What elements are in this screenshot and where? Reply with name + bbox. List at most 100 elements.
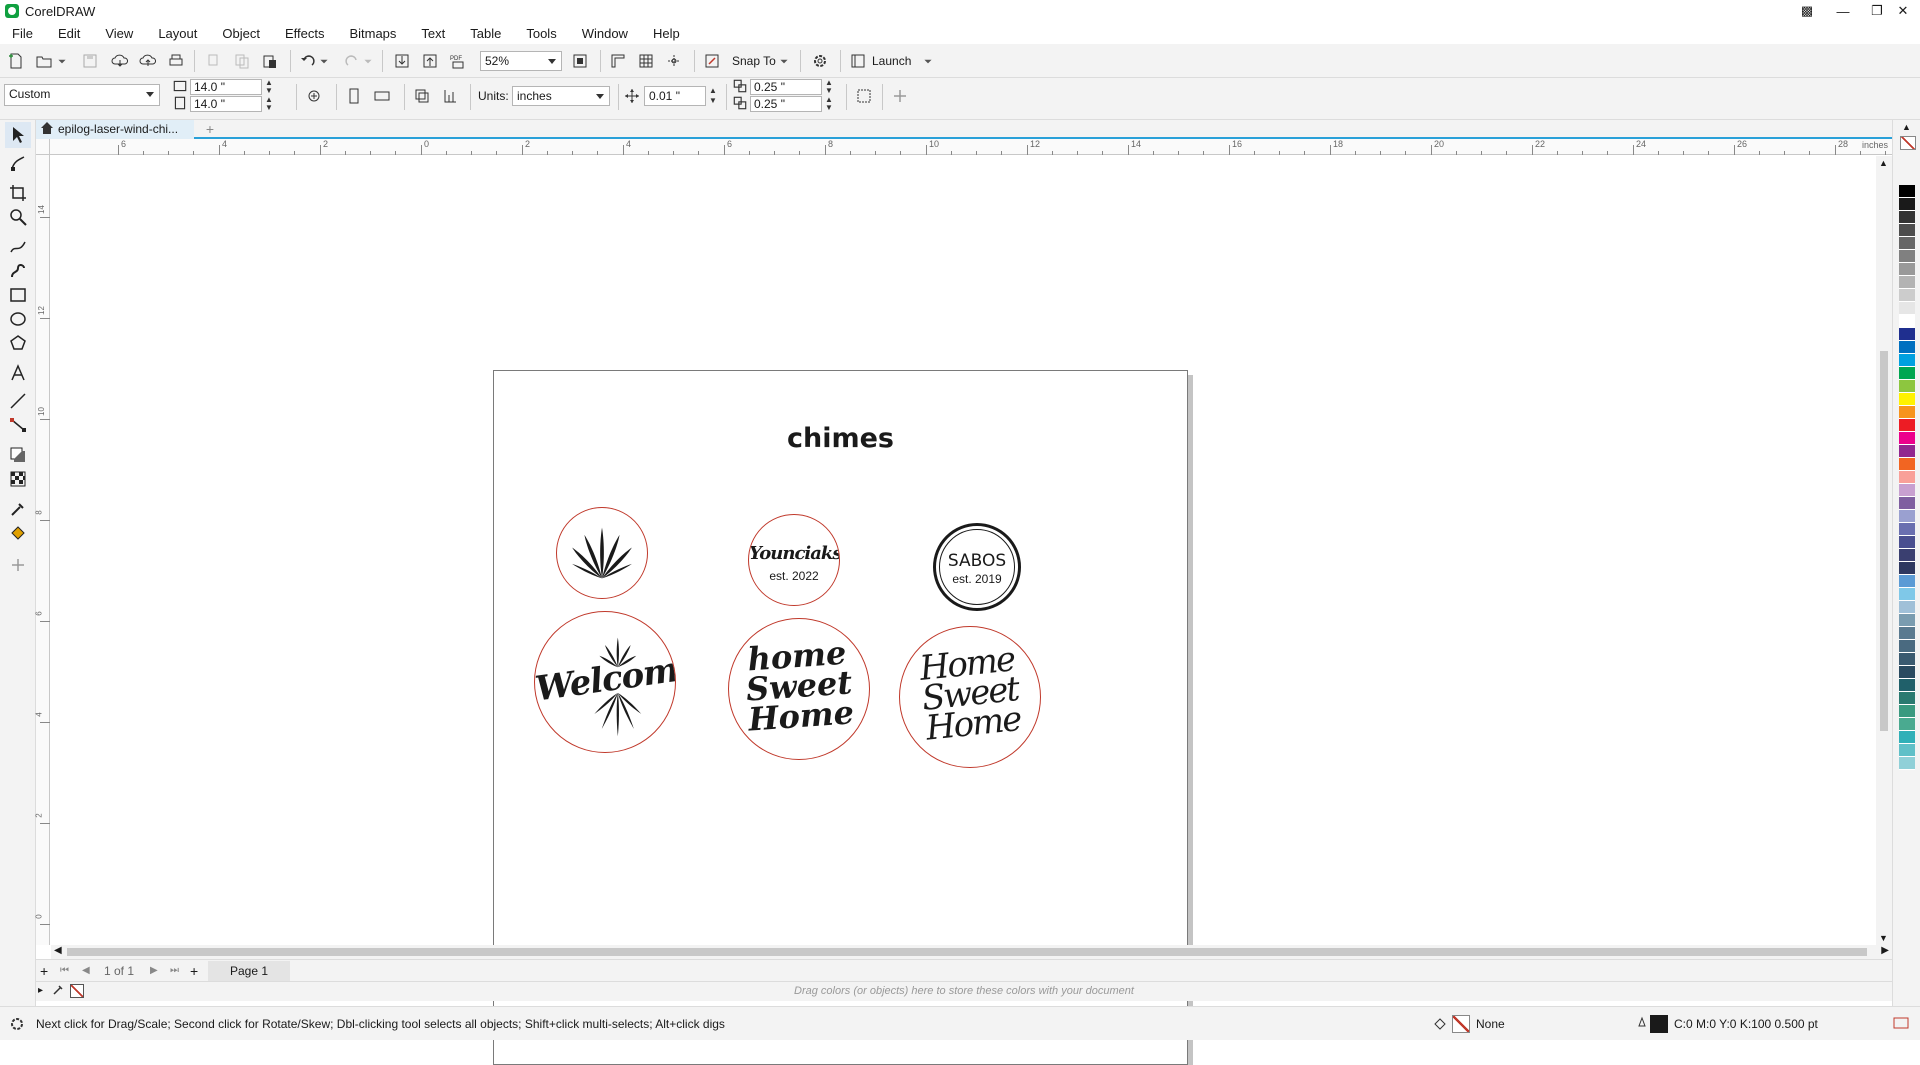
document-palette[interactable]: ▸ Drag colors (or objects) here to store…: [36, 981, 1892, 1001]
scroll-down-icon[interactable]: ▼: [1879, 933, 1888, 943]
palette-swatch[interactable]: [1899, 523, 1915, 536]
freehand-tool-icon[interactable]: [5, 234, 31, 260]
redo-icon[interactable]: [340, 49, 364, 73]
snap-to-dropdown-icon[interactable]: [778, 49, 790, 73]
menu-bitmaps[interactable]: Bitmaps: [349, 26, 396, 41]
zoom-level-field[interactable]: 52%: [480, 51, 562, 71]
palette-swatch[interactable]: [1899, 432, 1915, 445]
document-tab-label[interactable]: epilog-laser-wind-chi...: [58, 122, 178, 136]
account-icon[interactable]: ▩: [1790, 0, 1824, 22]
palette-swatch[interactable]: [1899, 575, 1915, 588]
palette-swatch[interactable]: [1899, 731, 1915, 744]
export-icon[interactable]: [418, 49, 442, 73]
page-width-spinner[interactable]: ▲ ▼: [264, 79, 274, 95]
menu-table[interactable]: Table: [470, 26, 501, 41]
palette-swatch[interactable]: [1899, 640, 1915, 653]
import-icon[interactable]: [390, 49, 414, 73]
menu-tools[interactable]: Tools: [526, 26, 556, 41]
palette-swatch[interactable]: [1899, 497, 1915, 510]
palette-swatch[interactable]: [1899, 393, 1915, 406]
document-tab[interactable]: epilog-laser-wind-chi...: [36, 120, 194, 139]
chime-home-sweet-home-bold[interactable]: home Sweet Home: [728, 618, 870, 760]
vertical-scroll-thumb[interactable]: [1880, 351, 1888, 731]
palette-swatch[interactable]: [1899, 328, 1915, 341]
palette-swatch[interactable]: [1899, 679, 1915, 692]
palette-swatch[interactable]: [1899, 445, 1915, 458]
connector-tool-icon[interactable]: [5, 412, 31, 438]
page-height-spinner[interactable]: ▲ ▼: [264, 96, 274, 112]
full-screen-icon[interactable]: [568, 49, 592, 73]
palette-swatch[interactable]: [1899, 666, 1915, 679]
page-height-field[interactable]: 14.0 ": [190, 96, 262, 112]
page-settings-icon[interactable]: [302, 84, 326, 108]
parallel-dimension-tool-icon[interactable]: [5, 388, 31, 414]
menu-effects[interactable]: Effects: [285, 26, 325, 41]
horizontal-scrollbar[interactable]: ◀ ▶: [51, 945, 1892, 959]
horizontal-ruler[interactable]: inches 6 4 2 0 2 4 6 8 10 12 14 16 18 20 22 24 26 28: [50, 139, 1911, 155]
palette-swatch[interactable]: [1899, 354, 1915, 367]
palette-swatch[interactable]: [1899, 367, 1915, 380]
menu-edit[interactable]: Edit: [58, 26, 80, 41]
previous-page-icon[interactable]: ◀: [82, 965, 90, 976]
vertical-ruler[interactable]: 14 12 10 8 6 4 2 0: [35, 155, 50, 945]
chime-home-sweet-home-script[interactable]: Home Sweet Home: [899, 626, 1041, 768]
zoom-tool-icon[interactable]: [5, 204, 31, 230]
scroll-up-icon[interactable]: ▲: [1879, 158, 1888, 168]
cut-icon[interactable]: [202, 49, 226, 73]
palette-scroll-up-icon[interactable]: ▲: [1902, 122, 1911, 132]
menu-window[interactable]: Window: [582, 26, 628, 41]
no-fill-swatch[interactable]: [1900, 136, 1916, 150]
nudge-distance-field[interactable]: 0.01 ": [644, 86, 706, 106]
duplicate-distance-y-spinner[interactable]: ▲ ▼: [824, 96, 834, 112]
palette-swatch[interactable]: [1899, 705, 1915, 718]
palette-swatch[interactable]: [1899, 419, 1915, 432]
first-page-icon[interactable]: ⏮: [60, 965, 69, 976]
menu-view[interactable]: View: [105, 26, 133, 41]
chime-welcome[interactable]: Welcome: [534, 611, 676, 753]
show-grid-icon[interactable]: [634, 49, 658, 73]
palette-swatch[interactable]: [1899, 341, 1915, 354]
rectangle-tool-icon[interactable]: [5, 282, 31, 308]
eyedropper-tool-icon[interactable]: [5, 496, 31, 522]
add-page-after-icon[interactable]: +: [190, 963, 198, 979]
palette-swatch[interactable]: [1899, 276, 1915, 289]
duplicate-distance-x-field[interactable]: 0.25 ": [750, 79, 822, 95]
landscape-orientation-icon[interactable]: [370, 84, 394, 108]
chime-younciaks[interactable]: Younciaks est. 2022: [748, 514, 840, 606]
treat-as-filled-icon[interactable]: [852, 84, 876, 108]
palette-swatch[interactable]: [1899, 718, 1915, 731]
undo-icon[interactable]: [296, 49, 320, 73]
palette-swatch[interactable]: [1899, 549, 1915, 562]
snap-icon[interactable]: [700, 49, 724, 73]
color-proof-icon[interactable]: [1893, 1015, 1909, 1034]
palette-swatch[interactable]: [1899, 653, 1915, 666]
scroll-right-icon[interactable]: ▶: [1881, 945, 1889, 956]
vertical-scrollbar[interactable]: ▲ ▼: [1876, 156, 1892, 945]
transparency-tool-icon[interactable]: [5, 466, 31, 492]
palette-swatch[interactable]: [1899, 471, 1915, 484]
polygon-tool-icon[interactable]: [5, 330, 31, 356]
minimize-button[interactable]: —: [1826, 0, 1860, 22]
print-icon[interactable]: [164, 49, 188, 73]
paste-icon[interactable]: [258, 49, 282, 73]
home-icon[interactable]: [40, 121, 54, 138]
show-guidelines-icon[interactable]: [662, 49, 686, 73]
current-page-icon[interactable]: [438, 84, 462, 108]
drop-shadow-tool-icon[interactable]: [5, 442, 31, 468]
page-title-text[interactable]: chimes: [494, 423, 1187, 454]
duplicate-distance-x-spinner[interactable]: ▲ ▼: [824, 79, 834, 95]
open-icon[interactable]: [32, 49, 56, 73]
palette-swatch[interactable]: [1899, 380, 1915, 393]
shape-tool-icon[interactable]: [5, 150, 31, 176]
fill-color-swatch[interactable]: [1452, 1015, 1470, 1033]
horizontal-scroll-thumb[interactable]: [67, 948, 1867, 956]
status-gear-icon[interactable]: [8, 1015, 26, 1036]
outline-color-swatch[interactable]: [1650, 1015, 1668, 1033]
nudge-distance-spinner[interactable]: ▲ ▼: [708, 86, 718, 106]
chime-sabos[interactable]: SABOS est. 2019: [931, 521, 1023, 613]
crop-tool-icon[interactable]: [5, 180, 31, 206]
ellipse-tool-icon[interactable]: [5, 306, 31, 332]
launch-label[interactable]: Launch: [872, 54, 911, 68]
scroll-left-icon[interactable]: ◀: [54, 945, 62, 956]
add-quick-customize-icon[interactable]: [888, 84, 912, 108]
